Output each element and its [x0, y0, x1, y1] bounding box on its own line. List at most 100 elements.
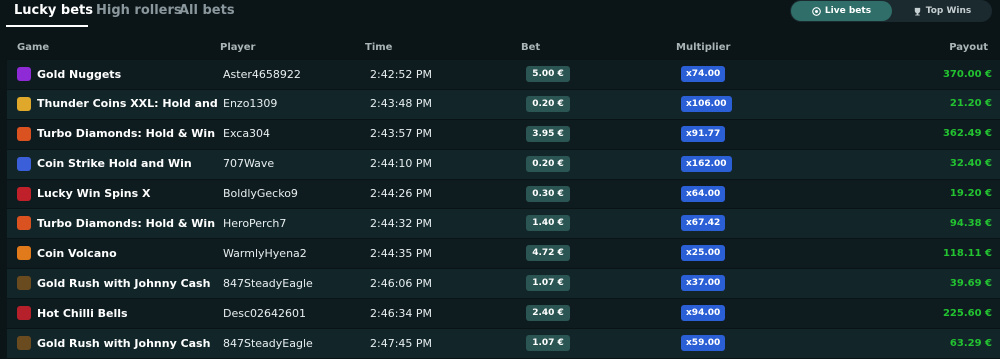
multiplier-badge: x162.00	[681, 155, 732, 172]
bet-time: 2:46:34 PM	[370, 306, 433, 320]
tab-high-rollers[interactable]: High rollers	[96, 3, 182, 18]
game-name[interactable]: Coin Strike Hold and Win	[37, 150, 220, 178]
gold-rush-icon	[17, 336, 31, 351]
bet-amount-badge: 5.00 €	[526, 66, 570, 82]
tab-all-bets[interactable]: All bets	[179, 3, 235, 18]
coin-strike-icon	[17, 156, 31, 171]
table-row[interactable]: Coin Volcano WarmlyHyena2 2:44:35 PM 4.72 €…	[7, 239, 1000, 270]
gold-nuggets-icon	[17, 67, 31, 81]
bets-table: Gold Nuggets Aster4658922 2:42:52 PM 5.00 €…	[7, 60, 1000, 359]
game-name[interactable]: Hot Chilli Bells	[37, 299, 220, 327]
bet-amount-badge: 2.40 €	[526, 305, 570, 322]
player-name: Desc02642601	[223, 306, 307, 320]
payout-amount: 39.69 €	[949, 277, 992, 289]
bet-amount-badge: 3.95 €	[526, 125, 570, 142]
multiplier-badge: x37.00	[681, 275, 726, 292]
player-name: 847SteadyEagle	[223, 336, 313, 350]
player-name: HeroPerch7	[223, 216, 287, 230]
live-bets-button[interactable]: Live bets	[791, 1, 892, 21]
lucky-win-icon	[17, 186, 31, 201]
table-row[interactable]: Turbo Diamonds: Hold & Win HeroPerch7 2:44…	[7, 209, 1000, 240]
tab-lucky-bets[interactable]: Lucky bets	[14, 3, 93, 18]
multiplier-badge: x74.00	[681, 66, 726, 82]
top-wins-button[interactable]: Top Wins	[893, 1, 991, 21]
live-icon	[812, 6, 821, 16]
multiplier-badge: x91.77	[681, 125, 726, 142]
bet-time: 2:47:45 PM	[370, 336, 433, 350]
multiplier-badge: x25.00	[681, 245, 726, 262]
multiplier-badge: x106.00	[681, 95, 732, 112]
turbo-diamonds-icon	[17, 216, 31, 231]
multiplier-badge: x67.42	[681, 215, 726, 232]
bet-time: 2:42:52 PM	[370, 67, 433, 81]
game-name[interactable]: Gold Rush with Johnny Cash	[37, 329, 220, 357]
column-multiplier: Multiplier	[676, 42, 731, 53]
player-name: 707Wave	[223, 157, 275, 171]
game-name[interactable]: Coin Volcano	[37, 239, 220, 267]
column-bet: Bet	[521, 42, 541, 53]
column-game: Game	[17, 42, 50, 53]
payout-amount: 21.20 €	[949, 98, 992, 110]
table-row[interactable]: Turbo Diamonds: Hold & Win Exca304 2:43:57…	[7, 119, 1000, 150]
payout-amount: 362.49 €	[942, 128, 992, 140]
payout-amount: 32.40 €	[949, 158, 992, 170]
game-name[interactable]: Turbo Diamonds: Hold & Win	[37, 209, 220, 237]
table-row[interactable]: Lucky Win Spins X BoldlyGecko9 2:44:26 PM 0…	[7, 179, 1000, 210]
game-name[interactable]: Turbo Diamonds: Hold & Win	[37, 120, 220, 148]
table-row[interactable]: Coin Strike Hold and Win 707Wave 2:44:10 P…	[7, 149, 1000, 180]
bet-time: 2:46:06 PM	[370, 276, 433, 290]
bet-time: 2:44:10 PM	[370, 157, 433, 171]
table-row[interactable]: Thunder Coins XXL: Hold and WinEnzo1309 2…	[7, 89, 1000, 120]
active-tab-indicator	[6, 25, 88, 27]
game-name[interactable]: Lucky Win Spins X	[37, 180, 220, 208]
payout-amount: 63.29 €	[949, 337, 992, 349]
payout-amount: 118.11 €	[942, 247, 992, 259]
bet-amount-badge: 0.30 €	[526, 185, 570, 202]
tab-bar: Lucky bets High rollers All bets Live be…	[0, 0, 1000, 28]
bet-amount-badge: 0.20 €	[526, 155, 570, 172]
table-row[interactable]: Gold Nuggets Aster4658922 2:42:52 PM 5.00 €…	[7, 60, 1000, 90]
table-row[interactable]: Gold Rush with Johnny Cash 847SteadyEagle…	[7, 269, 1000, 300]
column-payout: Payout	[949, 42, 988, 53]
table-row[interactable]: Hot Chilli Bells Desc02642601 2:46:34 PM 2.…	[7, 299, 1000, 330]
payout-amount: 370.00 €	[942, 68, 992, 80]
coin-volcano-icon	[17, 246, 31, 261]
column-time: Time	[365, 42, 393, 53]
game-name[interactable]: Thunder Coins XXL: Hold and Win	[37, 90, 220, 118]
multiplier-badge: x59.00	[681, 335, 726, 352]
hot-chilli-icon	[17, 306, 31, 321]
bet-time: 2:44:35 PM	[370, 246, 433, 260]
player-name: WarmlyHyena2	[223, 246, 307, 260]
top-wins-label: Top Wins	[925, 6, 972, 16]
multiplier-badge: x94.00	[681, 305, 726, 322]
trophy-icon	[914, 7, 920, 16]
bet-time: 2:44:32 PM	[370, 216, 433, 230]
payout-amount: 19.20 €	[949, 188, 992, 200]
bet-amount-badge: 1.07 €	[526, 335, 570, 352]
table-header: Game Player Time Bet Multiplier Payout	[0, 40, 1000, 56]
game-name[interactable]: Gold Rush with Johnny Cash	[37, 269, 220, 297]
bet-time: 2:43:57 PM	[370, 127, 433, 141]
player-name: Aster4658922	[223, 67, 301, 81]
player-name: Enzo1309	[223, 97, 278, 111]
bets-mode-toggle: Live bets Top Wins	[790, 0, 992, 22]
player-name: 847SteadyEagle	[223, 276, 313, 290]
game-name[interactable]: Gold Nuggets	[37, 60, 220, 88]
bet-time: 2:43:48 PM	[370, 97, 433, 111]
bet-amount-badge: 1.40 €	[526, 215, 570, 232]
bet-time: 2:44:26 PM	[370, 187, 433, 201]
turbo-diamonds-icon	[17, 126, 31, 141]
payout-amount: 225.60 €	[942, 307, 992, 319]
gold-rush-icon	[17, 276, 31, 291]
player-name: BoldlyGecko9	[223, 187, 298, 201]
bet-amount-badge: 0.20 €	[526, 95, 570, 112]
live-bets-label: Live bets	[824, 6, 872, 16]
bet-amount-badge: 1.07 €	[526, 275, 570, 292]
multiplier-badge: x64.00	[681, 185, 726, 202]
bet-amount-badge: 4.72 €	[526, 245, 570, 262]
thunder-coins-icon	[17, 96, 31, 111]
column-player: Player	[220, 42, 256, 53]
player-name: Exca304	[223, 127, 271, 141]
payout-amount: 94.38 €	[949, 217, 992, 229]
table-row[interactable]: Gold Rush with Johnny Cash 847SteadyEagle…	[7, 329, 1000, 359]
